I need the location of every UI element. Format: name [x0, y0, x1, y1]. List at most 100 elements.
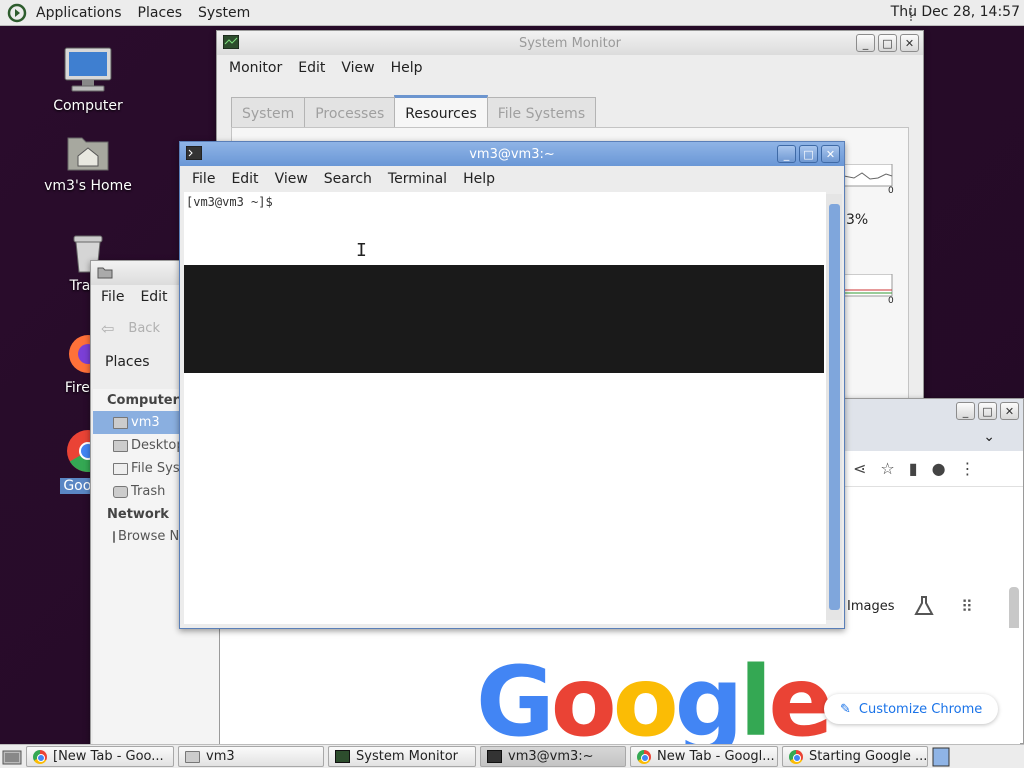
window-title: vm3@vm3:~	[469, 146, 555, 162]
sidebar-item-label: vm3	[131, 415, 160, 430]
menu-view[interactable]: View	[267, 171, 316, 187]
menu-search[interactable]: Search	[316, 171, 380, 187]
desktop-icon-home[interactable]: vm3's Home	[38, 130, 138, 194]
minimize-button[interactable]: _	[856, 34, 875, 52]
google-logo-letter: o	[550, 646, 617, 758]
close-button[interactable]: ✕	[821, 145, 840, 163]
bookmark-star-icon[interactable]: ☆	[880, 459, 894, 478]
menu-file[interactable]: File	[184, 171, 223, 187]
taskbar-item-vm3[interactable]: vm3	[178, 746, 324, 767]
scrollbar-thumb[interactable]	[829, 204, 840, 610]
home-folder-icon	[97, 267, 113, 279]
chrome-icon	[33, 749, 47, 764]
menu-terminal[interactable]: Terminal	[380, 171, 455, 187]
cpu-percent-label: 3%	[846, 212, 869, 228]
menu-help[interactable]: Help	[383, 60, 431, 76]
clock[interactable]: Thu Dec 28, 14:57	[891, 4, 1020, 20]
side-panel-icon[interactable]: ▮	[909, 459, 918, 478]
customize-chrome-button[interactable]: ✎ Customize Chrome	[824, 694, 999, 724]
system-monitor-titlebar[interactable]: System Monitor _ □ ✕	[217, 31, 923, 55]
chevron-down-icon[interactable]: ⌄	[983, 429, 995, 445]
menu-monitor[interactable]: Monitor	[221, 60, 290, 76]
chrome-tab-strip[interactable]: _ □ ✕	[843, 399, 1023, 429]
graph-axis-label: 0	[888, 186, 894, 196]
folder-icon	[185, 750, 200, 763]
more-menu-icon[interactable]: ⋮	[960, 459, 976, 478]
minimize-button[interactable]: _	[956, 402, 975, 420]
tab-search-bar: ⌄	[843, 429, 1023, 451]
desktop-icon-label: vm3's Home	[44, 178, 132, 194]
maximize-button[interactable]: □	[978, 402, 997, 420]
tab-file-systems[interactable]: File Systems	[486, 97, 597, 129]
terminal-dark-region	[184, 265, 824, 373]
window-title: System Monitor	[518, 35, 622, 51]
maximize-button[interactable]: □	[799, 145, 818, 163]
google-logo-letter: l	[739, 646, 772, 758]
top-panel: Applications Places System Thu Dec 28, 1…	[0, 0, 1024, 26]
google-logo-letter: g	[674, 646, 744, 758]
taskbar-item-label: vm3	[206, 749, 235, 764]
system-menu[interactable]: System	[190, 5, 258, 21]
home-folder-icon	[113, 416, 128, 429]
network-icon	[113, 530, 115, 543]
system-monitor-icon	[223, 35, 239, 49]
taskbar-item-terminal[interactable]: vm3@vm3:~	[480, 746, 626, 767]
menu-edit[interactable]: Edit	[132, 289, 175, 305]
images-link[interactable]: Images	[847, 599, 895, 614]
taskbar-item-starting-chrome[interactable]: Starting Google ...	[782, 746, 928, 767]
menu-file[interactable]: File	[93, 289, 132, 305]
drive-icon	[113, 462, 128, 475]
taskbar-item-label: System Monitor	[356, 749, 459, 764]
terminal-window: vm3@vm3:~ _ □ ✕ File Edit View Search Te…	[179, 141, 845, 629]
tab-resources[interactable]: Resources	[394, 95, 488, 129]
taskbar-item-chrome-newtab-2[interactable]: New Tab - Googl...	[630, 746, 778, 767]
tab-system[interactable]: System	[231, 97, 306, 129]
taskbar-item-label: New Tab - Googl...	[657, 749, 775, 764]
terminal-titlebar[interactable]: vm3@vm3:~ _ □ ✕	[180, 142, 844, 166]
google-logo: Google	[476, 654, 833, 750]
desktop-icon-computer[interactable]: Computer	[38, 46, 138, 114]
applications-menu[interactable]: Applications	[28, 5, 130, 21]
terminal-icon	[186, 146, 202, 160]
close-button[interactable]: ✕	[1000, 402, 1019, 420]
share-icon[interactable]: ⋖	[853, 459, 866, 478]
menubar: Monitor Edit View Help	[217, 55, 923, 81]
menubar: File Edit View Search Terminal Help	[180, 166, 844, 192]
menu-edit[interactable]: Edit	[290, 60, 333, 76]
profile-avatar-icon[interactable]: ●	[932, 459, 946, 478]
google-logo-letter: o	[612, 646, 679, 758]
minimize-button[interactable]: _	[777, 145, 796, 163]
places-menu[interactable]: Places	[130, 5, 191, 21]
taskbar-item-label: Starting Google ...	[809, 749, 928, 764]
taskbar-item-system-monitor[interactable]: System Monitor	[328, 746, 476, 767]
back-arrow-icon[interactable]: ⇦	[101, 319, 114, 338]
google-apps-icon[interactable]: ⠿	[961, 597, 973, 616]
labs-flask-icon[interactable]	[913, 595, 935, 617]
chrome-page-lower: Google ✎ Customize Chrome	[220, 628, 1020, 750]
chrome-icon	[637, 749, 651, 764]
show-desktop-icon[interactable]	[2, 748, 22, 766]
chrome-icon	[789, 749, 803, 764]
menu-help[interactable]: Help	[455, 171, 503, 187]
computer-icon	[64, 47, 112, 92]
taskbar-item-chrome-newtab[interactable]: [New Tab - Goo...	[26, 746, 174, 767]
taskbar-item-label: [New Tab - Goo...	[53, 749, 164, 764]
scrollbar[interactable]	[826, 194, 842, 620]
terminal-output[interactable]: [vm3@vm3 ~]$	[184, 192, 826, 624]
shell-prompt: [vm3@vm3 ~]$	[186, 195, 273, 209]
menu-edit[interactable]: Edit	[223, 171, 266, 187]
maximize-button[interactable]: □	[878, 34, 897, 52]
desktop-folder-icon	[113, 439, 128, 452]
memory-history-graph	[844, 274, 893, 297]
close-button[interactable]: ✕	[900, 34, 919, 52]
back-button[interactable]: Back	[128, 321, 160, 336]
menu-view[interactable]: View	[333, 60, 382, 76]
system-monitor-icon	[335, 750, 350, 763]
workspace-switcher-icon[interactable]	[932, 747, 950, 767]
distro-logo-icon[interactable]	[6, 2, 28, 24]
tab-strip: System Processes Resources File Systems	[231, 95, 597, 129]
tab-processes[interactable]: Processes	[304, 97, 396, 129]
home-folder-icon	[67, 137, 109, 171]
desktop-icon-label: Computer	[53, 98, 123, 114]
terminal-icon	[487, 750, 502, 763]
